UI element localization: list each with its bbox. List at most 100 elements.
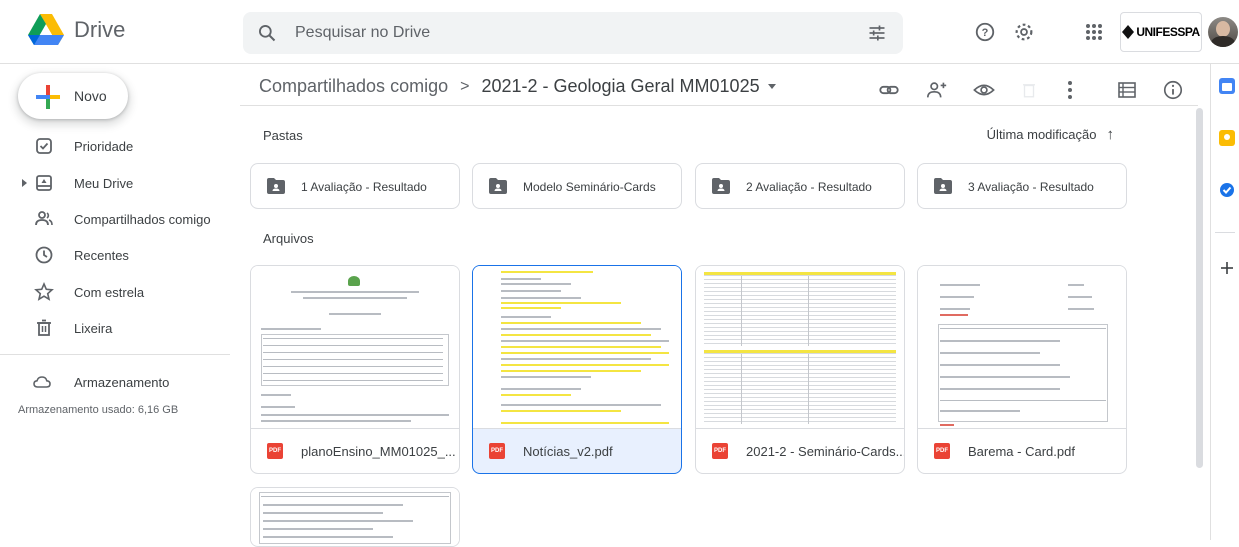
file-thumbnail <box>251 266 459 429</box>
sidebar-item-my-drive[interactable]: Meu Drive <box>0 167 230 199</box>
shared-folder-icon <box>712 178 730 194</box>
search-icon[interactable] <box>257 23 277 43</box>
folder-card[interactable]: 2 Avaliação - Resultado <box>695 163 905 209</box>
storage-used-text: Armazenamento usado: 6,16 GB <box>18 404 179 416</box>
settings-gear-icon[interactable] <box>1012 20 1036 44</box>
sidebar-item-starred[interactable]: Com estrela <box>0 276 230 308</box>
file-card-selected[interactable]: PDF Notícias_v2.pdf <box>472 265 682 474</box>
plus-icon <box>36 85 60 109</box>
file-thumbnail <box>918 266 1126 429</box>
file-thumbnail <box>251 488 459 546</box>
breadcrumb: Compartilhados comigo > 2021-2 - Geologi… <box>259 76 776 97</box>
file-name: 2021-2 - Seminário-Cards... <box>746 444 905 459</box>
sidebar-item-label: Compartilhados comigo <box>74 212 211 227</box>
folder-card[interactable]: 3 Avaliação - Resultado <box>917 163 1127 209</box>
account-avatar[interactable] <box>1208 17 1238 47</box>
tasks-icon[interactable] <box>1219 182 1235 198</box>
file-thumbnail <box>696 266 904 429</box>
get-link-icon[interactable] <box>877 78 901 102</box>
folder-menu-dropdown-icon[interactable] <box>767 84 776 89</box>
pdf-file-icon: PDF <box>712 443 728 459</box>
main-content: Compartilhados comigo > 2021-2 - Geologi… <box>240 64 1198 547</box>
sidebar-item-shared-with-me[interactable]: Compartilhados comigo <box>0 203 230 235</box>
cloud-icon <box>33 376 51 388</box>
star-icon <box>34 282 54 301</box>
sort-label: Última modificação <box>986 127 1097 142</box>
pdf-file-icon: PDF <box>489 443 505 459</box>
sidebar-item-label: Meu Drive <box>74 176 134 191</box>
sidebar-item-label: Armazenamento <box>74 375 170 390</box>
main-scrollbar[interactable] <box>1196 108 1203 468</box>
sort-control[interactable]: Última modificação ↑ <box>987 126 1114 143</box>
drive-logo-icon <box>28 14 64 45</box>
file-name: planoEnsino_MM01025_... <box>301 444 456 459</box>
shared-folder-icon <box>267 178 285 194</box>
file-card[interactable]: PDF 2021-2 - Seminário-Cards... <box>695 265 905 474</box>
remove-icon[interactable] <box>1017 78 1041 102</box>
drive-logo[interactable]: Drive <box>28 14 125 46</box>
breadcrumb-separator: > <box>460 77 470 95</box>
search-input[interactable] <box>295 20 855 46</box>
file-card-footer: PDF Notícias_v2.pdf <box>473 429 681 473</box>
search-bar[interactable] <box>243 12 903 54</box>
file-name: Notícias_v2.pdf <box>523 444 613 459</box>
files-section-title: Arquivos <box>263 231 314 246</box>
my-drive-icon <box>36 175 52 191</box>
share-add-person-icon[interactable] <box>925 78 949 102</box>
side-panel <box>1210 64 1239 540</box>
sidebar-item-label: Prioridade <box>74 139 134 154</box>
breadcrumb-current[interactable]: 2021-2 - Geologia Geral MM01025 <box>481 76 759 97</box>
file-thumbnail <box>473 266 681 429</box>
preview-eye-icon[interactable] <box>972 78 996 102</box>
sidebar: Novo Prioridade Meu Drive Compartilhados… <box>0 64 230 540</box>
list-view-icon[interactable] <box>1115 78 1139 102</box>
sidebar-item-label: Com estrela <box>74 285 145 300</box>
add-addon-plus-icon[interactable] <box>1219 260 1235 276</box>
sidebar-item-priority[interactable]: Prioridade <box>0 130 230 162</box>
organization-brand[interactable]: UNIFESSPA <box>1120 12 1202 52</box>
sidebar-item-label: Lixeira <box>74 321 113 336</box>
file-card-footer: PDF Barema - Card.pdf <box>918 429 1126 473</box>
sidebar-divider <box>0 354 230 355</box>
sort-direction-arrow-icon[interactable]: ↑ <box>1107 126 1115 143</box>
pdf-file-icon: PDF <box>934 443 950 459</box>
details-info-icon[interactable] <box>1161 78 1185 102</box>
clock-icon <box>35 246 53 264</box>
calendar-icon[interactable] <box>1219 78 1235 94</box>
shared-folder-icon <box>489 178 507 194</box>
svg-text:?: ? <box>982 27 989 39</box>
folder-name: 3 Avaliação - Resultado <box>968 180 1094 194</box>
sidebar-item-label: Recentes <box>74 248 129 263</box>
file-name: Barema - Card.pdf <box>968 444 1075 459</box>
shared-folder-icon <box>934 178 952 194</box>
breadcrumb-parent[interactable]: Compartilhados comigo <box>259 76 448 97</box>
help-icon[interactable]: ? <box>973 20 997 44</box>
folder-name: 2 Avaliação - Resultado <box>746 180 872 194</box>
apps-grid-icon[interactable] <box>1082 20 1106 44</box>
pdf-file-icon: PDF <box>267 443 283 459</box>
brand-logo-icon <box>1122 25 1135 39</box>
search-options-icon[interactable] <box>867 23 887 43</box>
checkbox-icon <box>36 138 52 154</box>
file-card[interactable]: PDF Barema - Card.pdf <box>917 265 1127 474</box>
top-bar: Drive ? UNIFESSPA <box>0 0 1239 64</box>
app-name: Drive <box>74 17 126 42</box>
folders-section-title: Pastas <box>263 128 303 143</box>
sidebar-item-trash[interactable]: Lixeira <box>0 312 230 344</box>
sidebar-item-storage[interactable]: Armazenamento <box>0 366 230 398</box>
new-button-label: Novo <box>74 88 107 104</box>
file-card-footer: PDF 2021-2 - Seminário-Cards... <box>696 429 904 473</box>
people-icon <box>35 211 53 226</box>
sidebar-item-recent[interactable]: Recentes <box>0 239 230 271</box>
new-button[interactable]: Novo <box>18 73 128 119</box>
brand-name: UNIFESSPA <box>1136 25 1200 39</box>
folder-name: Modelo Seminário-Cards <box>523 180 656 194</box>
file-card-footer: PDF planoEnsino_MM01025_... <box>251 429 459 473</box>
file-card[interactable]: PDF planoEnsino_MM01025_... <box>250 265 460 474</box>
folder-card[interactable]: 1 Avaliação - Resultado <box>250 163 460 209</box>
expand-caret-icon[interactable] <box>22 179 27 187</box>
more-options-icon[interactable] <box>1058 78 1082 102</box>
keep-icon[interactable] <box>1219 130 1235 146</box>
file-card[interactable] <box>250 487 460 547</box>
folder-card[interactable]: Modelo Seminário-Cards <box>472 163 682 209</box>
